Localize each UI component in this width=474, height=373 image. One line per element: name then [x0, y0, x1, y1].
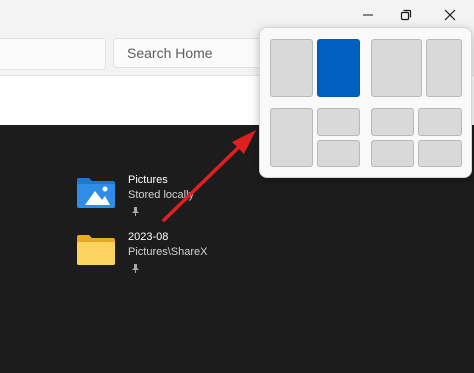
pictures-folder-icon: [77, 178, 115, 208]
address-bar[interactable]: [0, 38, 106, 70]
minimize-icon: [363, 14, 373, 16]
snap-zone-quadrant-bottom-right[interactable]: [418, 140, 462, 167]
snap-zone-half-left[interactable]: [270, 39, 313, 97]
item-location: Stored locally: [128, 189, 195, 201]
item-name: Pictures: [128, 174, 168, 186]
snap-zone-half-right[interactable]: [317, 39, 360, 97]
restore-icon: [400, 9, 412, 21]
snap-zone-two-thirds-left[interactable]: [371, 39, 422, 97]
pin-icon: [132, 207, 139, 216]
snap-zone-top-right[interactable]: [317, 108, 360, 136]
snap-zone-bottom-right[interactable]: [317, 140, 360, 167]
close-icon: [444, 9, 456, 21]
title-bar: [0, 0, 474, 30]
snap-layouts-flyout: [259, 27, 472, 178]
snap-zone-quadrant-top-right[interactable]: [418, 108, 462, 136]
snap-zone-one-third-right[interactable]: [426, 39, 462, 97]
snap-zone-quadrant-bottom-left[interactable]: [371, 140, 414, 167]
restore-button[interactable]: [386, 0, 426, 30]
search-input[interactable]: Search Home: [113, 38, 263, 68]
snap-zone-left-column[interactable]: [270, 108, 313, 167]
minimize-button[interactable]: [348, 0, 388, 30]
item-location: Pictures\ShareX: [128, 246, 208, 258]
folder-icon: [77, 235, 115, 265]
list-item[interactable]: 2023-08 Pictures\ShareX: [76, 231, 216, 277]
pin-icon: [132, 264, 139, 273]
item-name: 2023-08: [128, 231, 169, 243]
snap-zone-quadrant-top-left[interactable]: [371, 108, 414, 136]
close-button[interactable]: [430, 0, 470, 30]
list-item[interactable]: Pictures Stored locally: [76, 174, 216, 220]
